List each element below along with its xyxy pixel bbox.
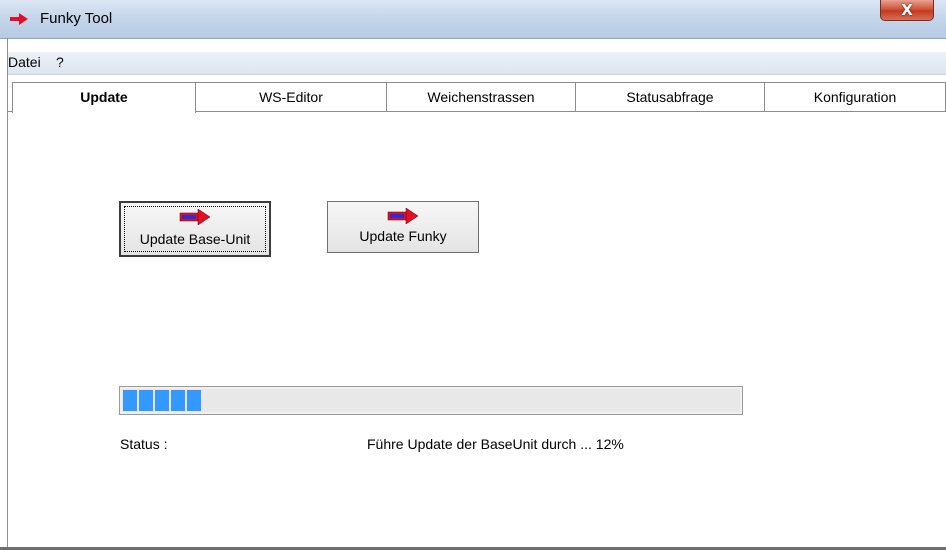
update-progress-bar [119, 386, 743, 415]
tab-ws-editor[interactable]: WS-Editor [195, 82, 387, 112]
progress-fill [123, 390, 201, 411]
menu-datei[interactable]: Datei [8, 54, 41, 70]
progress-segment [155, 390, 169, 411]
firmware-arrow-icon [387, 208, 419, 224]
close-icon: X [901, 1, 913, 19]
status-message: Führe Update der BaseUnit durch ... 12% [367, 436, 624, 452]
tab-strip: Update WS-Editor Weichenstrassen Statusa… [8, 82, 946, 113]
tab-statusabfrage[interactable]: Statusabfrage [575, 82, 765, 112]
close-button[interactable]: X [880, 0, 934, 21]
tab-update[interactable]: Update [12, 82, 196, 113]
tab-weichenstrassen[interactable]: Weichenstrassen [386, 82, 576, 112]
window-title: Funky Tool [40, 10, 113, 27]
menu-help[interactable]: ? [56, 54, 64, 70]
status-label: Status : [120, 436, 168, 452]
progress-track [122, 389, 740, 412]
firmware-arrow-icon [179, 209, 211, 225]
progress-segment [123, 390, 137, 411]
update-funky-label: Update Funky [359, 228, 447, 244]
tab-konfiguration[interactable]: Konfiguration [764, 82, 946, 112]
progress-segment [171, 390, 185, 411]
update-base-unit-button[interactable]: Update Base-Unit [119, 201, 271, 257]
progress-segment [139, 390, 153, 411]
menu-bar: Datei ? [8, 52, 946, 75]
update-base-unit-label: Update Base-Unit [139, 231, 251, 247]
progress-segment [187, 390, 201, 411]
red-arrow-icon [10, 13, 28, 25]
update-funky-button[interactable]: Update Funky [327, 201, 479, 253]
window-left-border [7, 38, 8, 550]
title-bar: Funky Tool X [0, 0, 946, 39]
